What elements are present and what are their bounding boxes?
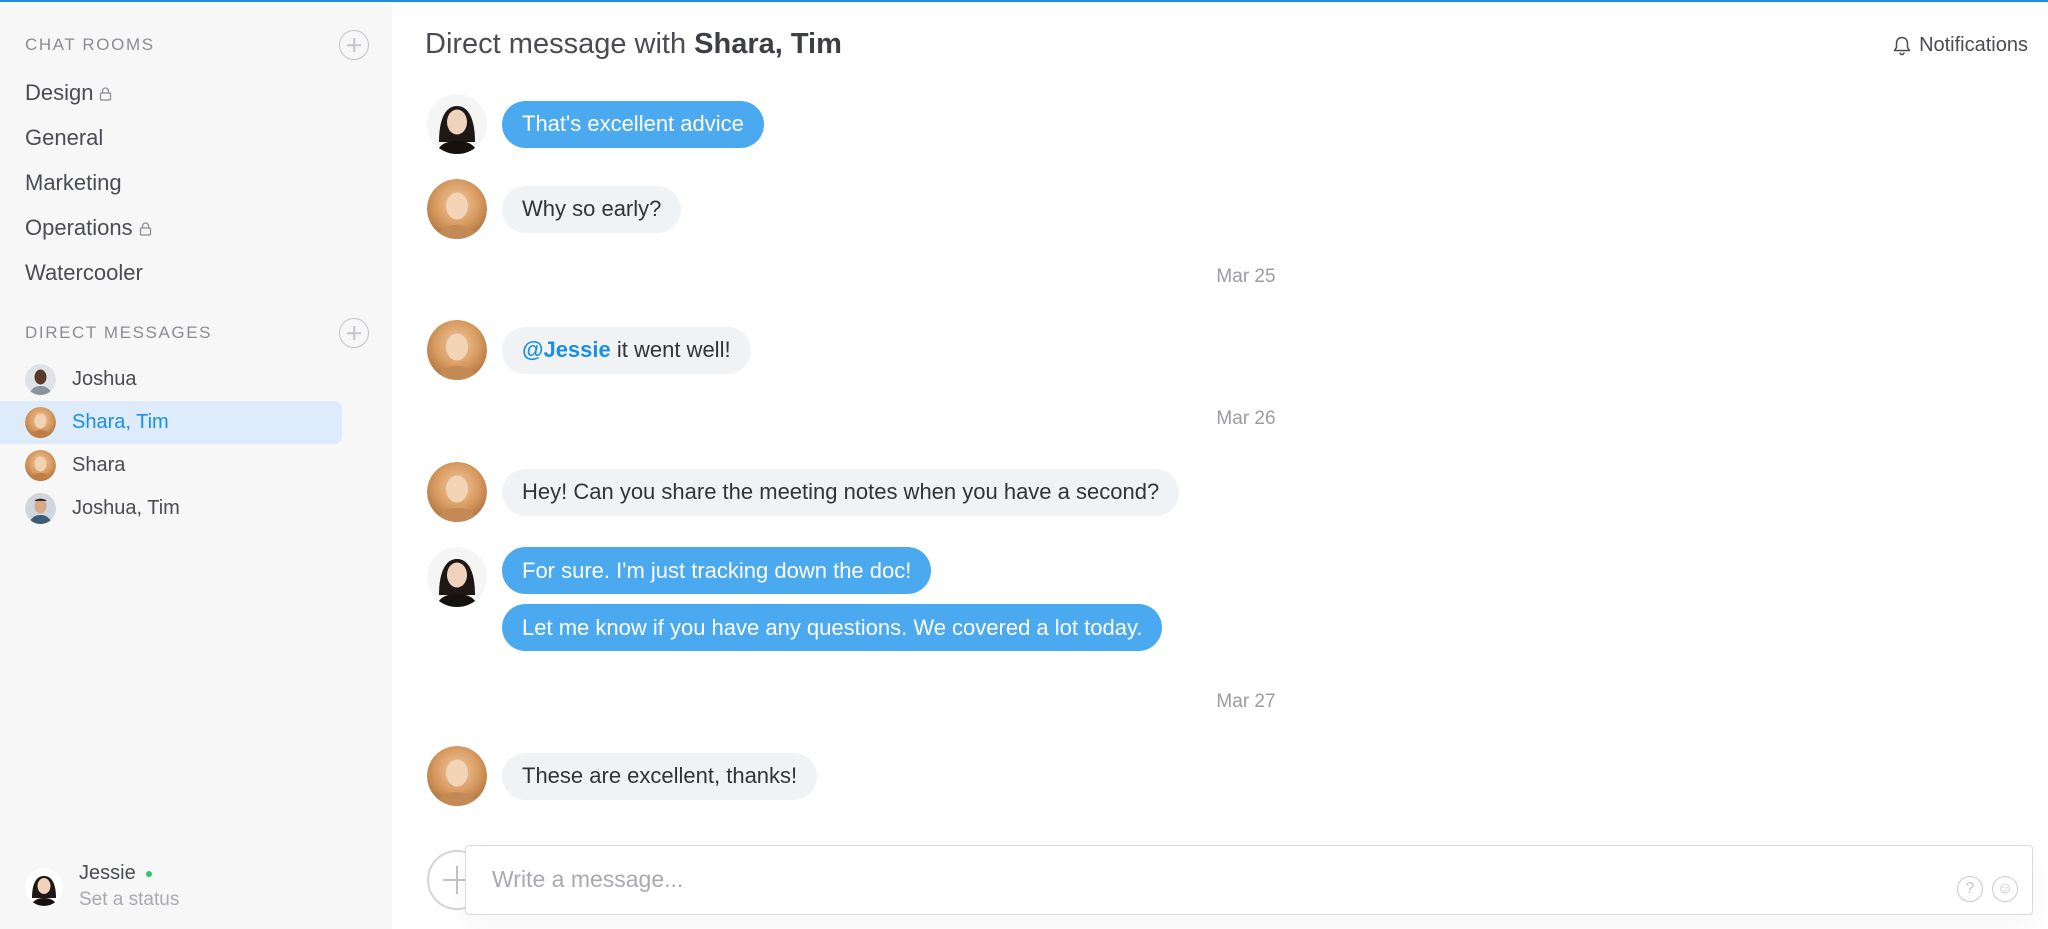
message-bubble: Why so early? [502, 185, 682, 233]
dm-item-joshua-tim[interactable]: Joshua, Tim [0, 487, 367, 530]
notifications-button[interactable]: Notifications [1893, 34, 2028, 57]
message-row: These are excellent, thanks! [427, 746, 818, 806]
title-prefix: Direct message with [425, 28, 687, 60]
message-bubble: For sure. I'm just tracking down the doc… [502, 547, 932, 594]
message-bubble: These are excellent, thanks! [502, 752, 818, 800]
room-label: Operations [25, 214, 133, 240]
add-chat-room-button[interactable] [339, 30, 369, 60]
message-row: That's excellent advice [427, 94, 764, 154]
message-input[interactable] [466, 846, 1916, 912]
dm-label: Shara, Tim [72, 411, 169, 433]
title-participants: Shara, Tim [694, 28, 842, 60]
room-label: Marketing [25, 169, 122, 195]
sidebar-item-general[interactable]: General [0, 115, 392, 160]
current-user-name: Jessie [79, 862, 136, 884]
set-status-link[interactable]: Set a status [79, 889, 179, 911]
message-bubble: Let me know if you have any questions. W… [502, 604, 1163, 651]
notifications-label: Notifications [1919, 34, 2028, 56]
dm-item-joshua[interactable]: Joshua [0, 358, 367, 401]
avatar [25, 493, 56, 524]
sidebar-item-marketing[interactable]: Marketing [0, 160, 392, 205]
room-label: Watercooler [25, 259, 143, 285]
room-label: Design [25, 79, 94, 105]
direct-message-list: Joshua Shara, Tim Shara Joshua, Tim [0, 358, 392, 530]
direct-messages-header: DIRECT MESSAGES [25, 318, 369, 348]
sidebar: CHAT ROOMS Design General Marketing Oper… [0, 2, 392, 929]
current-user[interactable]: Jessie Set a status [25, 862, 179, 911]
avatar [25, 450, 56, 481]
chat-rooms-header: CHAT ROOMS [25, 30, 369, 60]
dm-label: Joshua [72, 368, 137, 390]
dm-label: Joshua, Tim [72, 497, 180, 519]
avatar [25, 364, 56, 395]
date-separator: Mar 27 [1216, 691, 1276, 712]
lock-icon [139, 221, 151, 236]
dm-item-shara[interactable]: Shara [0, 444, 367, 487]
sidebar-item-design[interactable]: Design [0, 70, 392, 115]
message-input-box: ? ☺ [465, 845, 2033, 915]
avatar [427, 320, 487, 380]
help-icon[interactable]: ? [1957, 876, 1983, 902]
user-mention[interactable]: @Jessie [522, 337, 611, 363]
message-row: Hey! Can you share the meeting notes whe… [427, 462, 1180, 522]
lock-icon [100, 86, 112, 101]
sidebar-item-watercooler[interactable]: Watercooler [0, 250, 392, 295]
avatar [427, 547, 487, 607]
chat-room-list: Design General Marketing Operations Wate… [0, 70, 392, 295]
avatar [25, 407, 56, 438]
room-label: General [25, 124, 104, 150]
chat-rooms-title: CHAT ROOMS [25, 35, 155, 54]
date-separator: Mar 25 [1216, 266, 1276, 287]
message-text: it went well! [610, 337, 731, 362]
dm-label: Shara [72, 454, 126, 476]
dm-item-shara-tim[interactable]: Shara, Tim [0, 401, 342, 444]
message-row: Why so early? [427, 179, 682, 239]
direct-messages-title: DIRECT MESSAGES [25, 323, 213, 342]
avatar [25, 867, 63, 906]
online-status-dot [145, 870, 152, 877]
page-title: Direct message with Shara, Tim [425, 28, 842, 61]
avatar [427, 94, 487, 154]
add-direct-message-button[interactable] [339, 318, 369, 348]
message-bubble: Hey! Can you share the meeting notes whe… [502, 468, 1180, 516]
composer-icons: ? ☺ [1957, 876, 2018, 902]
avatar [427, 462, 487, 522]
avatar [427, 746, 487, 806]
message-row [427, 547, 487, 607]
avatar [427, 179, 487, 239]
emoji-icon[interactable]: ☺ [1992, 876, 2018, 902]
conversation-pane: Direct message with Shara, Tim Notificat… [392, 2, 2048, 929]
bell-icon [1893, 36, 1911, 55]
message-bubble: That's excellent advice [502, 100, 764, 148]
date-separator: Mar 26 [1216, 408, 1276, 429]
message-bubble: @Jessie it went well! [502, 326, 751, 374]
message-row: @Jessie it went well! [427, 320, 751, 380]
sidebar-item-operations[interactable]: Operations [0, 205, 392, 250]
